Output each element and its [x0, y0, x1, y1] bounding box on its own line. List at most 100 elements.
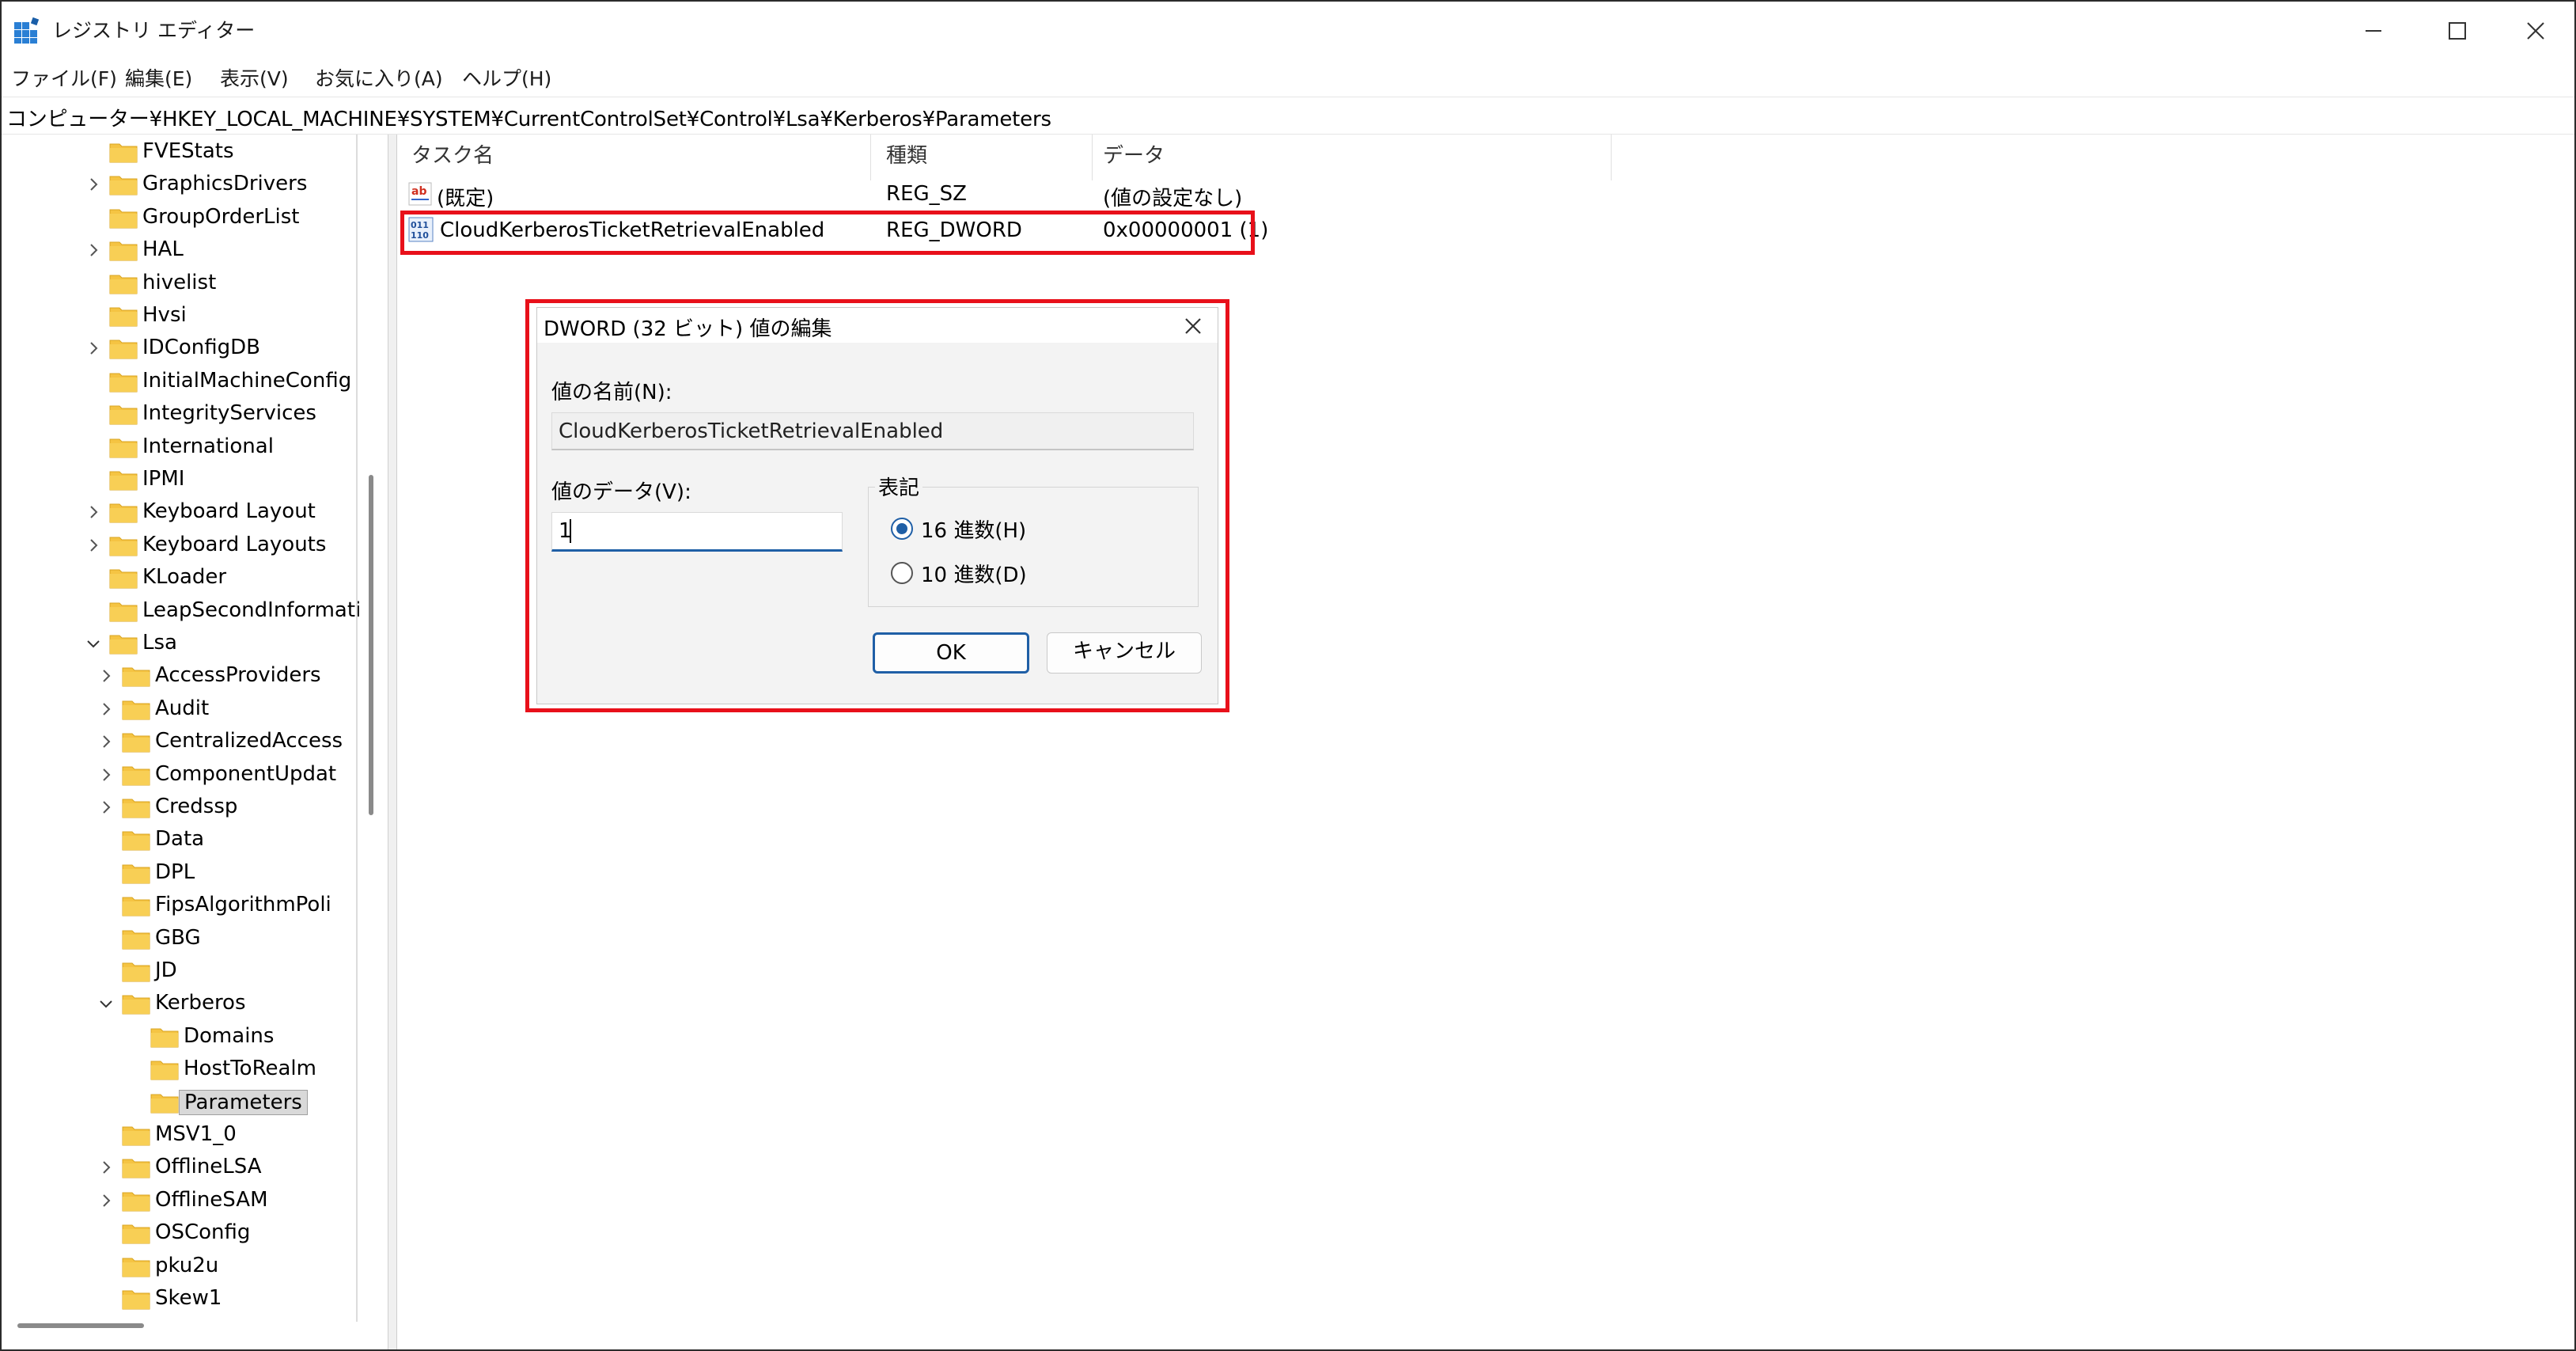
- tree-item-label[interactable]: pku2u: [155, 1254, 218, 1277]
- tree-item-parameters[interactable]: Parameters: [2, 1088, 356, 1120]
- tree-item-label[interactable]: FipsAlgorithmPoli: [155, 893, 331, 916]
- tree-item-label[interactable]: Kerberos: [155, 991, 246, 1015]
- tree-item-keyboard-layouts[interactable]: Keyboard Layouts: [2, 531, 356, 563]
- tree-item-label[interactable]: Keyboard Layouts: [142, 533, 326, 556]
- chevron-right-icon[interactable]: [84, 339, 103, 358]
- tree-item-initialmachineconfig[interactable]: InitialMachineConfig: [2, 367, 356, 399]
- ok-button[interactable]: OK: [873, 632, 1029, 674]
- tree-item-gbg[interactable]: GBG: [2, 924, 356, 956]
- tree-item-domains[interactable]: Domains: [2, 1023, 356, 1054]
- tree-item-label[interactable]: OfflineLSA: [155, 1155, 262, 1178]
- chevron-right-icon[interactable]: [97, 666, 116, 685]
- tree-item-accessproviders[interactable]: AccessProviders: [2, 662, 356, 693]
- tree-item-label[interactable]: JD: [155, 958, 177, 982]
- tree-item-offlinelsa[interactable]: OfflineLSA: [2, 1153, 356, 1185]
- tree-item-label[interactable]: Domains: [184, 1024, 274, 1048]
- tree-item-label[interactable]: AccessProviders: [155, 663, 321, 687]
- tree-item-grouporderlist[interactable]: GroupOrderList: [2, 203, 356, 235]
- chevron-right-icon[interactable]: [97, 765, 116, 784]
- tree-item-label[interactable]: DPL: [155, 860, 195, 884]
- chevron-right-icon[interactable]: [97, 1158, 116, 1177]
- chevron-right-icon[interactable]: [97, 732, 116, 751]
- tree-item-label[interactable]: KLoader: [142, 565, 226, 589]
- tree-item-offlinesam[interactable]: OfflineSAM: [2, 1186, 356, 1218]
- tree-item-data[interactable]: Data: [2, 825, 356, 857]
- tree-item-label[interactable]: IPMI: [142, 467, 184, 491]
- chevron-right-icon[interactable]: [84, 536, 103, 555]
- tree-item-label[interactable]: GroupOrderList: [142, 205, 300, 229]
- chevron-right-icon[interactable]: [97, 700, 116, 719]
- maximize-icon[interactable]: [2419, 2, 2494, 60]
- value-data-input[interactable]: 1: [551, 512, 843, 552]
- tree-item-fipsalgorithmpoli[interactable]: FipsAlgorithmPoli: [2, 891, 356, 923]
- column-header-name[interactable]: タスク名: [411, 139, 494, 169]
- tree-item-label[interactable]: MSV1_0: [155, 1122, 237, 1146]
- tree-item-skew1[interactable]: Skew1: [2, 1285, 356, 1316]
- tree-item-msv1-0[interactable]: MSV1_0: [2, 1121, 356, 1152]
- menu-file[interactable]: ファイル(F): [11, 63, 117, 92]
- tree-item-label[interactable]: Credssp: [155, 795, 237, 818]
- close-icon[interactable]: [1181, 314, 1205, 338]
- tree-item-label[interactable]: IntegrityServices: [142, 401, 316, 425]
- tree-item-componentupdat[interactable]: ComponentUpdat: [2, 761, 356, 792]
- tree-item-label[interactable]: GBG: [155, 926, 201, 950]
- chevron-right-icon[interactable]: [84, 241, 103, 260]
- tree-item-credssp[interactable]: Credssp: [2, 793, 356, 825]
- tree-item-label[interactable]: Parameters: [179, 1089, 308, 1115]
- tree-horizontal-scrollbar[interactable]: [17, 1323, 144, 1328]
- tree-item-label[interactable]: FVEStats: [142, 139, 234, 163]
- tree-item-international[interactable]: International: [2, 433, 356, 465]
- chevron-right-icon[interactable]: [84, 503, 103, 522]
- tree-item-label[interactable]: Audit: [155, 696, 209, 720]
- tree-item-label[interactable]: hivelist: [142, 271, 216, 294]
- tree-item-pku2u[interactable]: pku2u: [2, 1252, 356, 1284]
- column-separator[interactable]: [870, 135, 871, 180]
- radio-dec-label[interactable]: 10 進数(D): [921, 559, 1027, 588]
- tree-item-label[interactable]: International: [142, 435, 274, 458]
- tree-item-kerberos[interactable]: Kerberos: [2, 989, 356, 1021]
- key-tree[interactable]: FVEStats GraphicsDrivers GroupOrderList HAL…: [2, 135, 388, 1349]
- tree-item-ipmi[interactable]: IPMI: [2, 465, 356, 497]
- pane-splitter[interactable]: [388, 135, 397, 1349]
- column-separator[interactable]: [1092, 135, 1093, 180]
- column-header-data[interactable]: データ: [1103, 139, 1165, 169]
- tree-item-leapsecondinformati[interactable]: LeapSecondInformati: [2, 597, 361, 628]
- tree-item-jd[interactable]: JD: [2, 957, 356, 989]
- chevron-right-icon[interactable]: [84, 175, 103, 194]
- tree-item-label[interactable]: OfflineSAM: [155, 1188, 268, 1212]
- tree-item-graphicsdrivers[interactable]: GraphicsDrivers: [2, 170, 356, 202]
- tree-item-label[interactable]: Data: [155, 827, 204, 851]
- column-separator[interactable]: [1611, 135, 1612, 180]
- chevron-right-icon[interactable]: [97, 1191, 116, 1210]
- tree-item-dpl[interactable]: DPL: [2, 859, 356, 890]
- tree-item-label[interactable]: LeapSecondInformati: [142, 598, 361, 622]
- tree-item-label[interactable]: ComponentUpdat: [155, 762, 336, 786]
- tree-item-label[interactable]: Hvsi: [142, 303, 187, 327]
- column-header-type[interactable]: 種類: [886, 139, 927, 169]
- tree-item-label[interactable]: HAL: [142, 237, 184, 261]
- tree-item-lsa[interactable]: Lsa: [2, 629, 356, 661]
- address-path[interactable]: コンピューター¥HKEY_LOCAL_MACHINE¥SYSTEM¥Curren…: [6, 103, 1051, 132]
- tree-item-osconfig[interactable]: OSConfig: [2, 1219, 356, 1250]
- tree-item-label[interactable]: GraphicsDrivers: [142, 172, 307, 195]
- tree-item-label[interactable]: Lsa: [142, 631, 177, 655]
- minimize-icon[interactable]: [2335, 2, 2410, 60]
- tree-item-label[interactable]: InitialMachineConfig: [142, 369, 351, 393]
- tree-item-hvsi[interactable]: Hvsi: [2, 302, 356, 333]
- tree-item-label[interactable]: Skew1: [155, 1286, 222, 1310]
- menu-view[interactable]: 表示(V): [220, 63, 289, 92]
- tree-item-label[interactable]: CentralizedAccess: [155, 729, 343, 753]
- tree-item-keyboard-layout[interactable]: Keyboard Layout: [2, 498, 356, 529]
- menu-favorites[interactable]: お気に入り(A): [315, 63, 443, 92]
- tree-item-label[interactable]: IDConfigDB: [142, 336, 260, 359]
- chevron-right-icon[interactable]: [97, 798, 116, 817]
- tree-item-label[interactable]: HostToRealm: [184, 1057, 316, 1080]
- address-bar[interactable]: コンピューター¥HKEY_LOCAL_MACHINE¥SYSTEM¥Curren…: [2, 97, 2574, 135]
- radio-hex-label[interactable]: 16 進数(H): [921, 514, 1026, 544]
- tree-item-hal[interactable]: HAL: [2, 236, 356, 268]
- close-icon[interactable]: [2498, 2, 2573, 60]
- tree-item-idconfigdb[interactable]: IDConfigDB: [2, 334, 356, 366]
- tree-item-audit[interactable]: Audit: [2, 695, 356, 727]
- tree-item-label[interactable]: Keyboard Layout: [142, 499, 316, 523]
- tree-item-kloader[interactable]: KLoader: [2, 564, 356, 595]
